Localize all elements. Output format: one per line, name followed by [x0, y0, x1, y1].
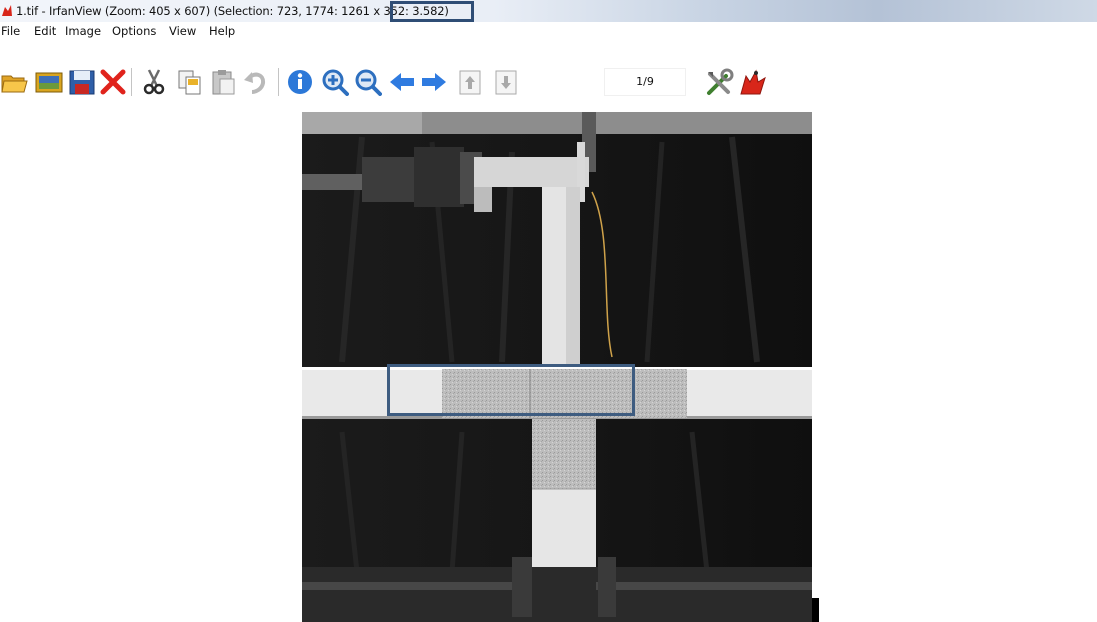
title-bar: 1.tif - IrfanView (Zoom: 405 x 607) (Sel… [0, 0, 1097, 22]
menu-options[interactable]: Options [112, 24, 156, 38]
info-icon[interactable] [286, 68, 314, 96]
selection-highlight-box [387, 364, 635, 416]
irfanview-logo-icon[interactable] [738, 68, 768, 98]
menu-view[interactable]: View [169, 24, 196, 38]
irfanview-app-icon [2, 5, 12, 16]
toolbar-separator [278, 68, 279, 96]
cut-icon[interactable] [140, 68, 168, 96]
thumbnails-icon[interactable] [35, 68, 63, 96]
last-page-icon[interactable] [492, 68, 520, 96]
page-counter[interactable]: 1/9 [604, 68, 686, 96]
menu-help[interactable]: Help [209, 24, 235, 38]
settings-icon[interactable] [704, 68, 734, 98]
previous-icon[interactable] [388, 68, 416, 96]
paste-icon[interactable] [209, 68, 237, 96]
zoom-in-icon[interactable] [321, 68, 349, 96]
open-folder-icon[interactable] [0, 68, 28, 96]
window-title: 1.tif - IrfanView (Zoom: 405 x 607) (Sel… [16, 4, 449, 18]
zoom-out-icon[interactable] [354, 68, 382, 96]
menu-edit[interactable]: Edit [34, 24, 56, 38]
menu-image[interactable]: Image [65, 24, 101, 38]
menu-bar: File Edit Image Options View Help [0, 22, 1097, 40]
next-icon[interactable] [420, 68, 448, 96]
selection-size-highlight [390, 1, 474, 22]
toolbar-separator [131, 68, 132, 96]
delete-icon[interactable] [99, 68, 127, 96]
save-icon[interactable] [68, 68, 96, 96]
first-page-icon[interactable] [456, 68, 484, 96]
menu-file[interactable]: File [1, 24, 20, 38]
copy-icon[interactable] [176, 68, 204, 96]
undo-icon[interactable] [242, 68, 270, 96]
